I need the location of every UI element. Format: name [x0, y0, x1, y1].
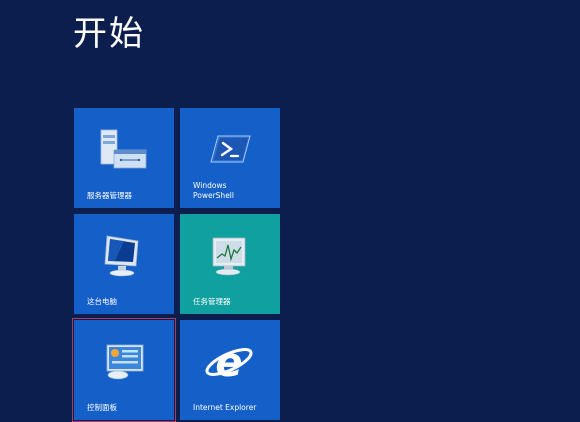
tile-server-manager[interactable]: 服务器管理器 [74, 108, 174, 208]
tile-label: Windows PowerShell [193, 181, 234, 200]
svg-text:e: e [215, 340, 242, 386]
tile-internet-explorer[interactable]: e Internet Explorer [180, 320, 280, 420]
tile-label: 任务管理器 [193, 297, 231, 306]
tile-task-manager[interactable]: 任务管理器 [180, 214, 280, 314]
server-manager-icon [100, 129, 147, 169]
powershell-icon [210, 135, 251, 163]
tile-label: 服务器管理器 [87, 191, 132, 200]
tile-label: 这台电脑 [87, 297, 117, 306]
control-panel-icon [106, 344, 144, 380]
page-title: 开始 [73, 14, 145, 54]
tile-label: Internet Explorer [193, 403, 257, 412]
tile-label: 控制面板 [87, 403, 117, 412]
tile-windows-powershell[interactable]: Windows PowerShell [180, 108, 280, 208]
internet-explorer-icon: e [205, 340, 253, 386]
tile-control-panel[interactable]: 控制面板 [72, 318, 176, 422]
task-manager-icon [212, 237, 246, 276]
tile-this-pc[interactable]: 这台电脑 [74, 214, 174, 314]
start-screen: 开始 服务器管理器 Windows PowerShell 这台电脑 任务管理器 … [0, 0, 580, 422]
computer-icon [104, 235, 139, 277]
